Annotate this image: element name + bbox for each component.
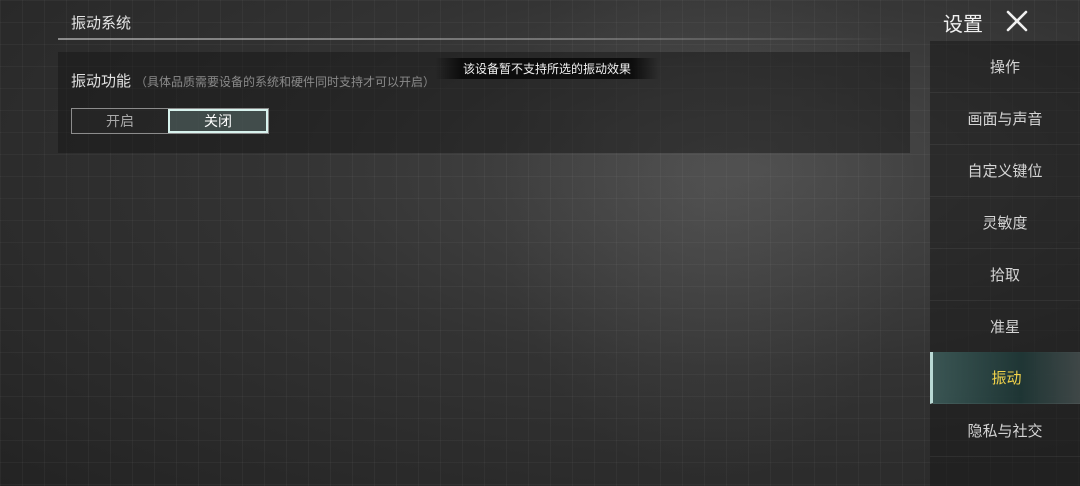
settings-sidebar: 操作 画面与声音 自定义键位 灵敏度 拾取 准星 振动 隐私与社交 [930,41,1080,486]
sidebar-item-crosshair[interactable]: 准星 [930,301,1080,353]
close-icon [1006,10,1028,32]
vibration-toggle: 开启 关闭 [71,108,269,134]
vibration-label: 振动功能 （具体品质需要设备的系统和硬件同时支持才可以开启） [71,70,435,91]
vibration-on-button[interactable]: 开启 [72,109,168,133]
sidebar-item-privacy-social[interactable]: 隐私与社交 [930,405,1080,457]
section-title: 振动系统 [71,14,132,32]
vibration-note: （具体品质需要设备的系统和硬件同时支持才可以开启） [135,75,436,89]
vibration-off-button[interactable]: 关闭 [168,109,268,133]
sidebar-item-graphics-audio[interactable]: 画面与声音 [930,93,1080,145]
vibration-label-text: 振动功能 [71,72,132,90]
sidebar-item-pickup[interactable]: 拾取 [930,249,1080,301]
sidebar-item-vibration[interactable]: 振动 [930,352,1080,404]
header-divider [58,38,898,40]
sidebar-item-custom-layout[interactable]: 自定义键位 [930,145,1080,197]
sidebar-item-controls[interactable]: 操作 [930,41,1080,93]
close-button[interactable] [1004,8,1030,34]
sidebar-item-sensitivity[interactable]: 灵敏度 [930,197,1080,249]
settings-title: 设置 [943,12,983,36]
toast-message: 该设备暂不支持所选的振动效果 [435,58,659,79]
